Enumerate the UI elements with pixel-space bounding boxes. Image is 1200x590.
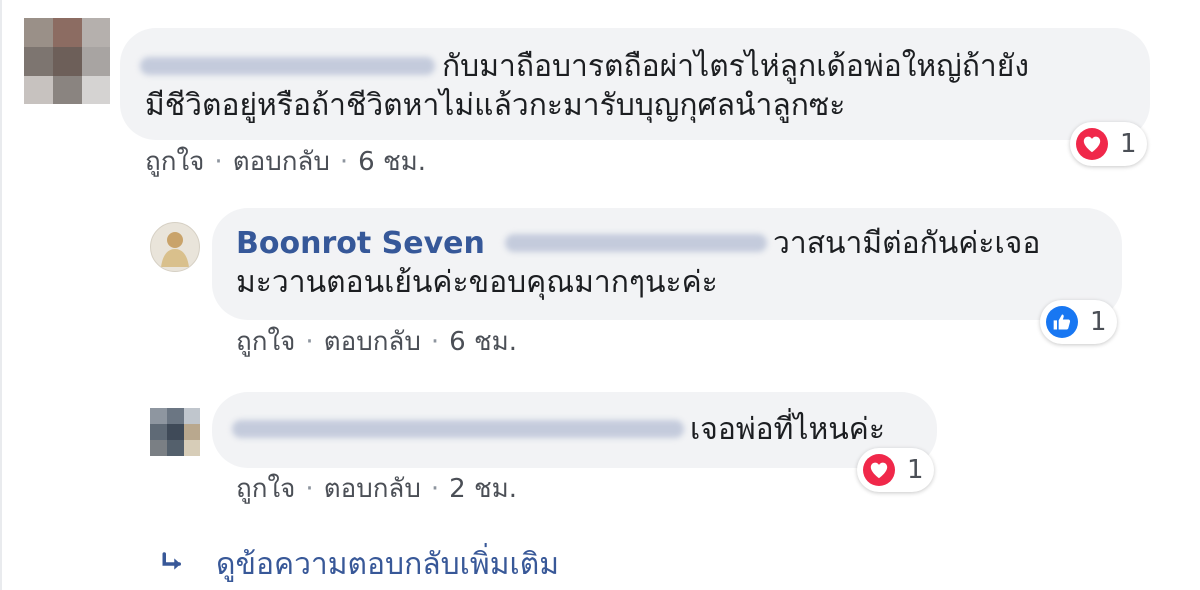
reaction-count: 1 <box>1090 307 1107 337</box>
comment-text: วาสนามีต่อกันค่ะเจอ <box>773 226 1041 261</box>
comment-actions: ถูกใจ · ตอบกลับ · 6 ชม. <box>236 325 517 359</box>
like-icon <box>1046 306 1078 338</box>
separator: · <box>430 474 440 504</box>
separator: · <box>430 327 440 357</box>
reaction-badge[interactable]: 1 <box>1070 122 1147 166</box>
timestamp[interactable]: 2 ชม. <box>449 474 517 504</box>
like-link[interactable]: ถูกใจ <box>236 474 295 504</box>
reaction-count: 1 <box>907 455 924 485</box>
separator: · <box>305 474 314 504</box>
like-link[interactable]: ถูกใจ <box>145 147 204 177</box>
avatar[interactable] <box>150 222 200 272</box>
comment-actions: ถูกใจ · ตอบกลับ · 6 ชม. <box>145 145 426 179</box>
reply-link[interactable]: ตอบกลับ <box>233 147 330 177</box>
separator: · <box>305 327 314 357</box>
separator: · <box>214 147 223 177</box>
view-more-replies-label: ดูข้อความตอบกลับเพิ่มเติม <box>216 546 559 582</box>
reaction-badge[interactable]: 1 <box>857 448 934 492</box>
love-icon <box>863 454 895 486</box>
avatar-image <box>161 232 189 267</box>
reaction-badge[interactable]: 1 <box>1040 300 1117 344</box>
timestamp[interactable]: 6 ชม. <box>449 327 517 357</box>
reply-link[interactable]: ตอบกลับ <box>324 327 421 357</box>
avatar[interactable] <box>24 18 110 104</box>
view-more-replies-link[interactable]: ดูข้อความตอบกลับเพิ่มเติม <box>158 544 559 584</box>
comment-actions: ถูกใจ · ตอบกลับ · 2 ชม. <box>236 472 517 506</box>
frame-edge <box>0 0 2 590</box>
comment-text: มะวานตอนเย้นค่ะขอบคุณมากๆนะค่ะ <box>236 265 718 300</box>
author-name-blurred[interactable] <box>232 420 684 438</box>
avatar[interactable] <box>150 408 200 456</box>
reply-link[interactable]: ตอบกลับ <box>324 474 421 504</box>
like-link[interactable]: ถูกใจ <box>236 327 295 357</box>
comment-text: กับมาถือบารตถือผ่าไตรไห่ลูกเด้อพ่อใหญ่ถ้… <box>442 49 1029 84</box>
love-icon <box>1076 128 1108 160</box>
comment-text: มีชีวิตอยู่หรือถ้าชีวิตหาไม่แล้วกะมารับบ… <box>145 88 846 123</box>
reply-arrow-icon <box>162 552 181 570</box>
author-name-blurred[interactable] <box>140 57 435 75</box>
author-name[interactable]: Boonrot Seven <box>236 224 485 264</box>
comment-text: เจอพ่อที่ไหนค่ะ <box>690 412 885 447</box>
author-name-blurred[interactable] <box>505 234 767 252</box>
separator: · <box>339 147 349 177</box>
timestamp[interactable]: 6 ชม. <box>358 147 426 177</box>
reaction-count: 1 <box>1120 129 1137 159</box>
